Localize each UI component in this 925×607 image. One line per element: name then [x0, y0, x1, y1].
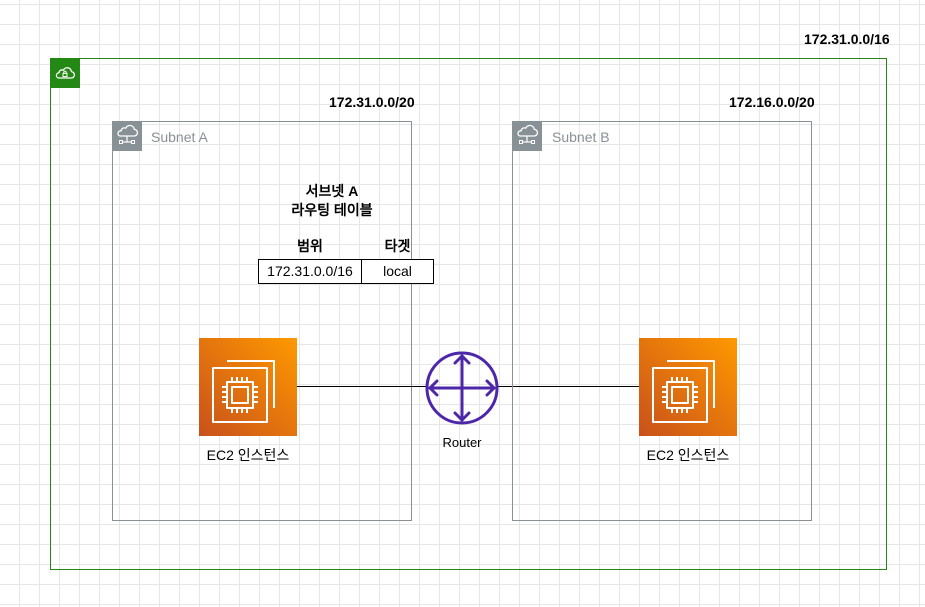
- router-icon: [424, 350, 500, 426]
- route-table-header-target: 타겟: [384, 238, 411, 254]
- vpc-cidr-label: 172.31.0.0/16: [804, 31, 890, 47]
- connection-ec2-a-router: [297, 386, 426, 387]
- subnet-b-label: Subnet B: [552, 129, 610, 145]
- route-table-title: 서브넷 A 라우팅 테이블: [262, 182, 402, 220]
- route-table-cell-range: 172.31.0.0/16: [258, 259, 362, 284]
- route-table-title-line2: 라우팅 테이블: [291, 202, 373, 218]
- subnet-a-cidr-label: 172.31.0.0/20: [329, 94, 415, 110]
- ec2-instance-b-label: EC2 인스턴스: [646, 447, 730, 463]
- ec2-instance-icon: [639, 338, 737, 436]
- ec2-instance-icon: [199, 338, 297, 436]
- route-table-cell-target: local: [361, 259, 434, 284]
- route-table-header-range: 범위: [297, 238, 323, 254]
- subnet-a-label: Subnet A: [151, 129, 208, 145]
- subnet-cloud-icon: [512, 121, 542, 151]
- vpc-cloud-lock-icon: [50, 58, 80, 88]
- router-label: Router: [442, 435, 482, 450]
- route-table-title-line1: 서브넷 A: [305, 183, 359, 199]
- subnet-cloud-icon: [112, 121, 142, 151]
- ec2-instance-a-label: EC2 인스턴스: [206, 447, 290, 463]
- subnet-b-cidr-label: 172.16.0.0/20: [729, 94, 815, 110]
